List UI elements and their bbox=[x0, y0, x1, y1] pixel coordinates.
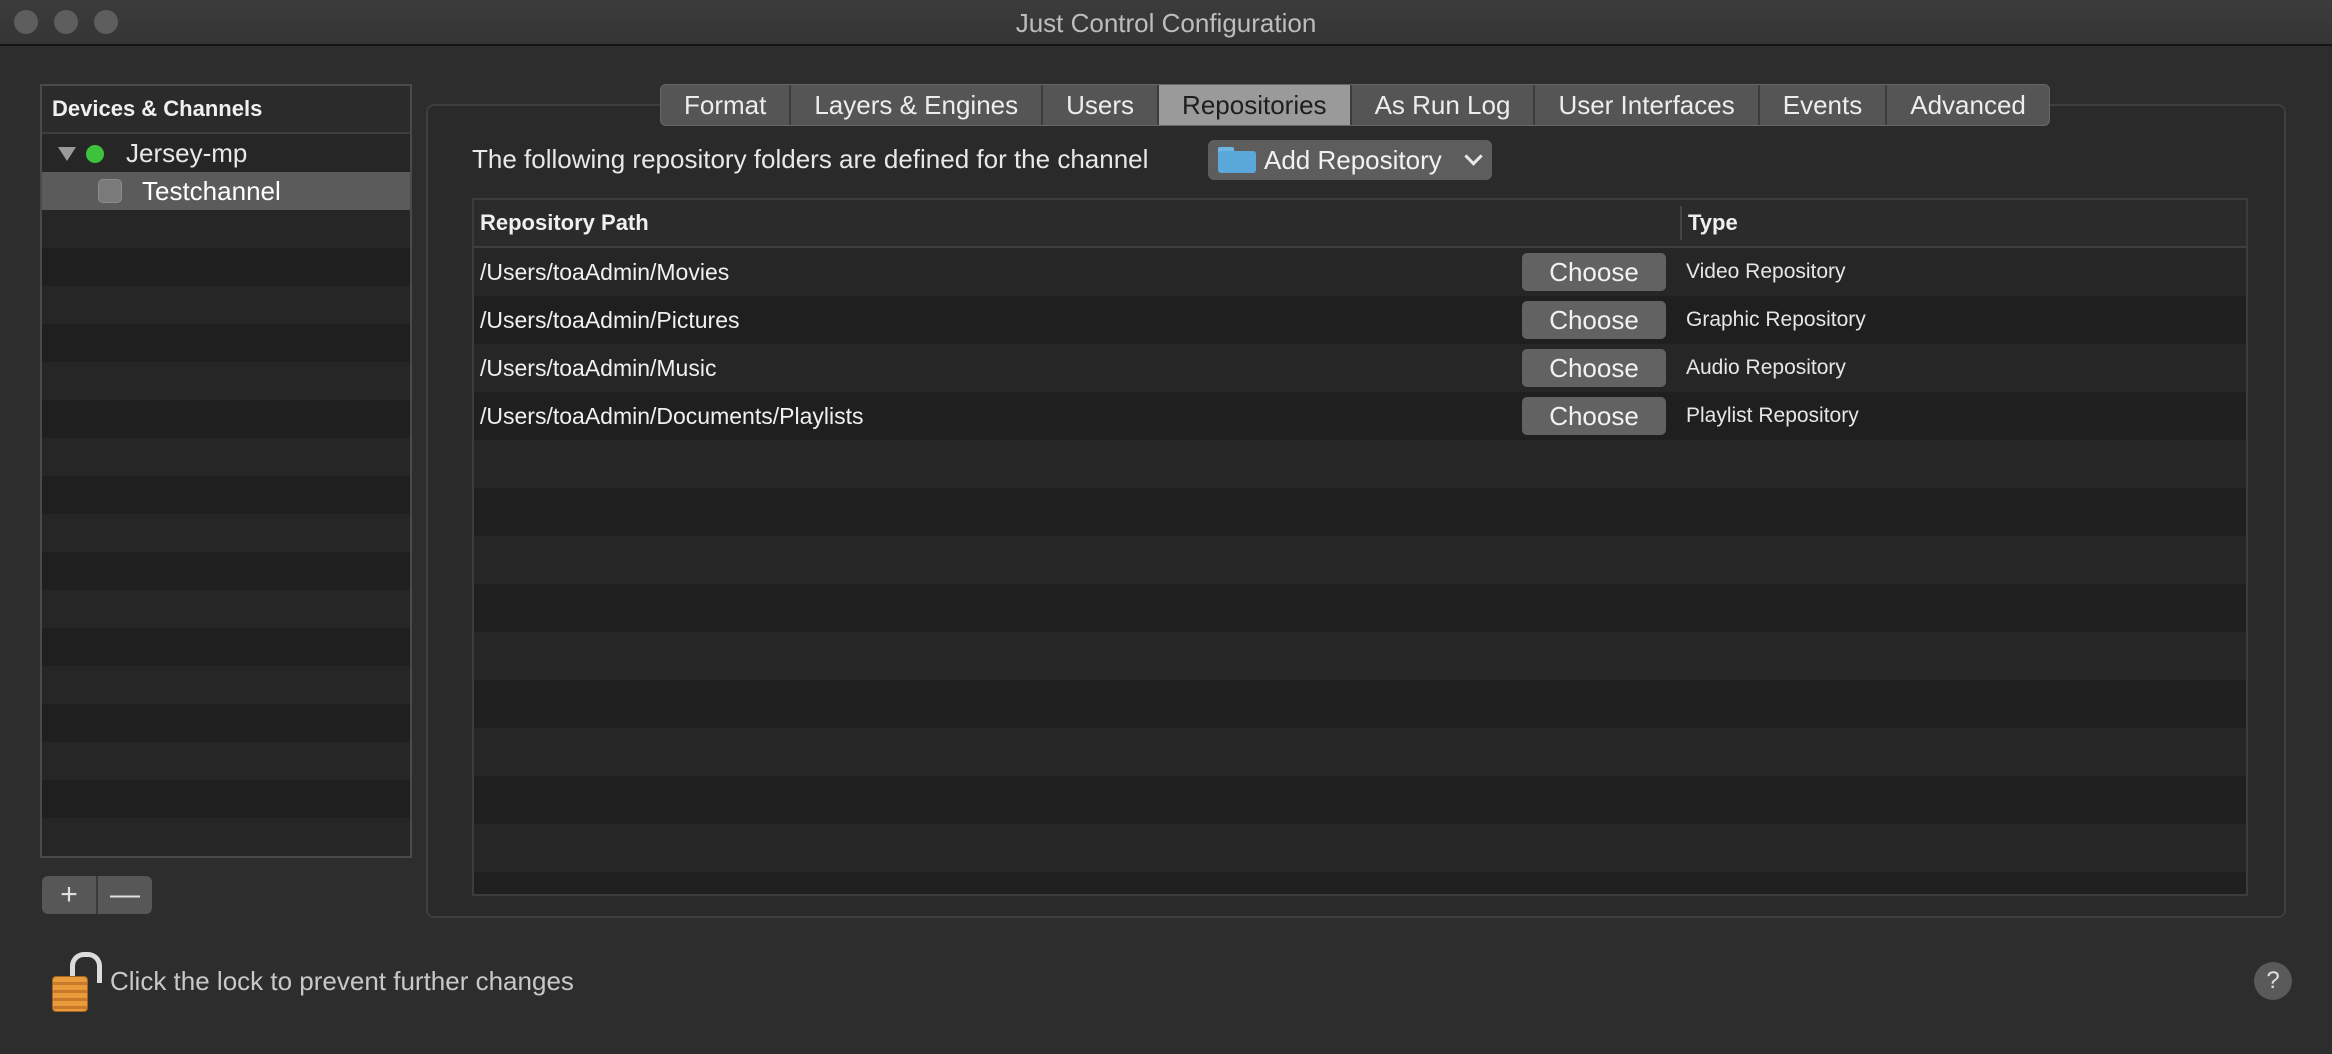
empty-row bbox=[42, 704, 410, 742]
empty-row bbox=[42, 476, 410, 514]
choose-button[interactable]: Choose bbox=[1522, 253, 1666, 291]
channel-checkbox[interactable] bbox=[98, 179, 122, 203]
empty-row bbox=[42, 210, 410, 248]
title-bar: Just Control Configuration bbox=[0, 0, 2332, 46]
repositories-intro-text: The following repository folders are def… bbox=[472, 144, 1149, 174]
empty-row bbox=[42, 628, 410, 666]
table-header: Repository Path Type bbox=[474, 200, 2246, 248]
column-header-path[interactable]: Repository Path bbox=[480, 200, 649, 246]
add-repository-label: Add Repository bbox=[1264, 144, 1442, 175]
empty-row bbox=[474, 728, 2246, 776]
empty-row bbox=[474, 872, 2246, 894]
tab-advanced[interactable]: Advanced bbox=[1887, 85, 2049, 125]
choose-button[interactable]: Choose bbox=[1522, 301, 1666, 339]
empty-row bbox=[42, 590, 410, 628]
table-row[interactable]: /Users/toaAdmin/Pictures Choose Graphic … bbox=[474, 296, 2246, 344]
table-row[interactable]: /Users/toaAdmin/Movies Choose Video Repo… bbox=[474, 248, 2246, 296]
status-online-icon bbox=[86, 145, 104, 163]
empty-row bbox=[42, 514, 410, 552]
empty-row bbox=[42, 286, 410, 324]
column-divider[interactable] bbox=[1680, 206, 1682, 240]
empty-row bbox=[42, 324, 410, 362]
devices-channels-list[interactable]: Devices & Channels Jersey-mp Testchannel bbox=[40, 84, 412, 858]
repository-type: Audio Repository bbox=[1686, 356, 1846, 379]
tab-users[interactable]: Users bbox=[1043, 85, 1160, 125]
empty-row bbox=[42, 248, 410, 286]
repository-path: /Users/toaAdmin/Movies bbox=[480, 259, 730, 285]
empty-row bbox=[42, 818, 410, 856]
choose-button[interactable]: Choose bbox=[1522, 397, 1666, 435]
sidebar-header: Devices & Channels bbox=[42, 86, 410, 134]
empty-row bbox=[42, 552, 410, 590]
column-header-type[interactable]: Type bbox=[1688, 200, 1738, 246]
empty-row bbox=[474, 536, 2246, 584]
add-remove-control: + — bbox=[42, 876, 152, 914]
empty-row bbox=[474, 488, 2246, 536]
lock-icon[interactable] bbox=[50, 950, 102, 1012]
empty-row bbox=[474, 440, 2246, 488]
chevron-down-icon bbox=[1464, 147, 1483, 166]
empty-row bbox=[474, 632, 2246, 680]
tab-as-run-log[interactable]: As Run Log bbox=[1352, 85, 1536, 125]
tab-format[interactable]: Format bbox=[661, 85, 792, 125]
device-name: Jersey-mp bbox=[126, 138, 248, 168]
table-row[interactable]: /Users/toaAdmin/Music Choose Audio Repos… bbox=[474, 344, 2246, 392]
repository-path: /Users/toaAdmin/Music bbox=[480, 355, 717, 381]
channel-row-testchannel[interactable]: Testchannel bbox=[42, 172, 410, 210]
help-button[interactable]: ? bbox=[2254, 962, 2292, 1000]
table-row[interactable]: /Users/toaAdmin/Documents/Playlists Choo… bbox=[474, 392, 2246, 440]
tab-events[interactable]: Events bbox=[1760, 85, 1888, 125]
folder-icon bbox=[1218, 147, 1256, 173]
empty-row bbox=[42, 400, 410, 438]
channel-name: Testchannel bbox=[142, 176, 281, 206]
empty-row bbox=[474, 584, 2246, 632]
repository-type: Video Repository bbox=[1686, 260, 1846, 283]
repository-path: /Users/toaAdmin/Documents/Playlists bbox=[480, 403, 864, 429]
empty-row bbox=[42, 856, 410, 858]
repository-path: /Users/toaAdmin/Pictures bbox=[480, 307, 740, 333]
empty-row bbox=[42, 666, 410, 704]
empty-row bbox=[42, 780, 410, 818]
empty-row bbox=[474, 824, 2246, 872]
repository-type: Playlist Repository bbox=[1686, 404, 1859, 427]
window-title: Just Control Configuration bbox=[1015, 8, 1317, 38]
empty-row bbox=[42, 742, 410, 780]
disclosure-triangle-icon[interactable] bbox=[58, 147, 76, 161]
repositories-table[interactable]: Repository Path Type /Users/toaAdmin/Mov… bbox=[472, 198, 2248, 896]
add-repository-popup-button[interactable]: Add Repository bbox=[1208, 140, 1492, 180]
empty-row bbox=[42, 362, 410, 400]
empty-row bbox=[474, 776, 2246, 824]
empty-row bbox=[474, 680, 2246, 728]
tab-bar: Format Layers & Engines Users Repositori… bbox=[660, 84, 2050, 126]
lock-status-text: Click the lock to prevent further change… bbox=[110, 966, 574, 996]
choose-button[interactable]: Choose bbox=[1522, 349, 1666, 387]
tab-layers-engines[interactable]: Layers & Engines bbox=[791, 85, 1044, 125]
repository-type: Graphic Repository bbox=[1686, 308, 1866, 331]
tab-user-interfaces[interactable]: User Interfaces bbox=[1535, 85, 1760, 125]
empty-row bbox=[42, 438, 410, 476]
device-row-jersey-mp[interactable]: Jersey-mp bbox=[42, 134, 410, 172]
tab-repositories[interactable]: Repositories bbox=[1159, 85, 1352, 125]
add-button[interactable]: + bbox=[42, 876, 96, 914]
remove-button[interactable]: — bbox=[96, 876, 152, 914]
